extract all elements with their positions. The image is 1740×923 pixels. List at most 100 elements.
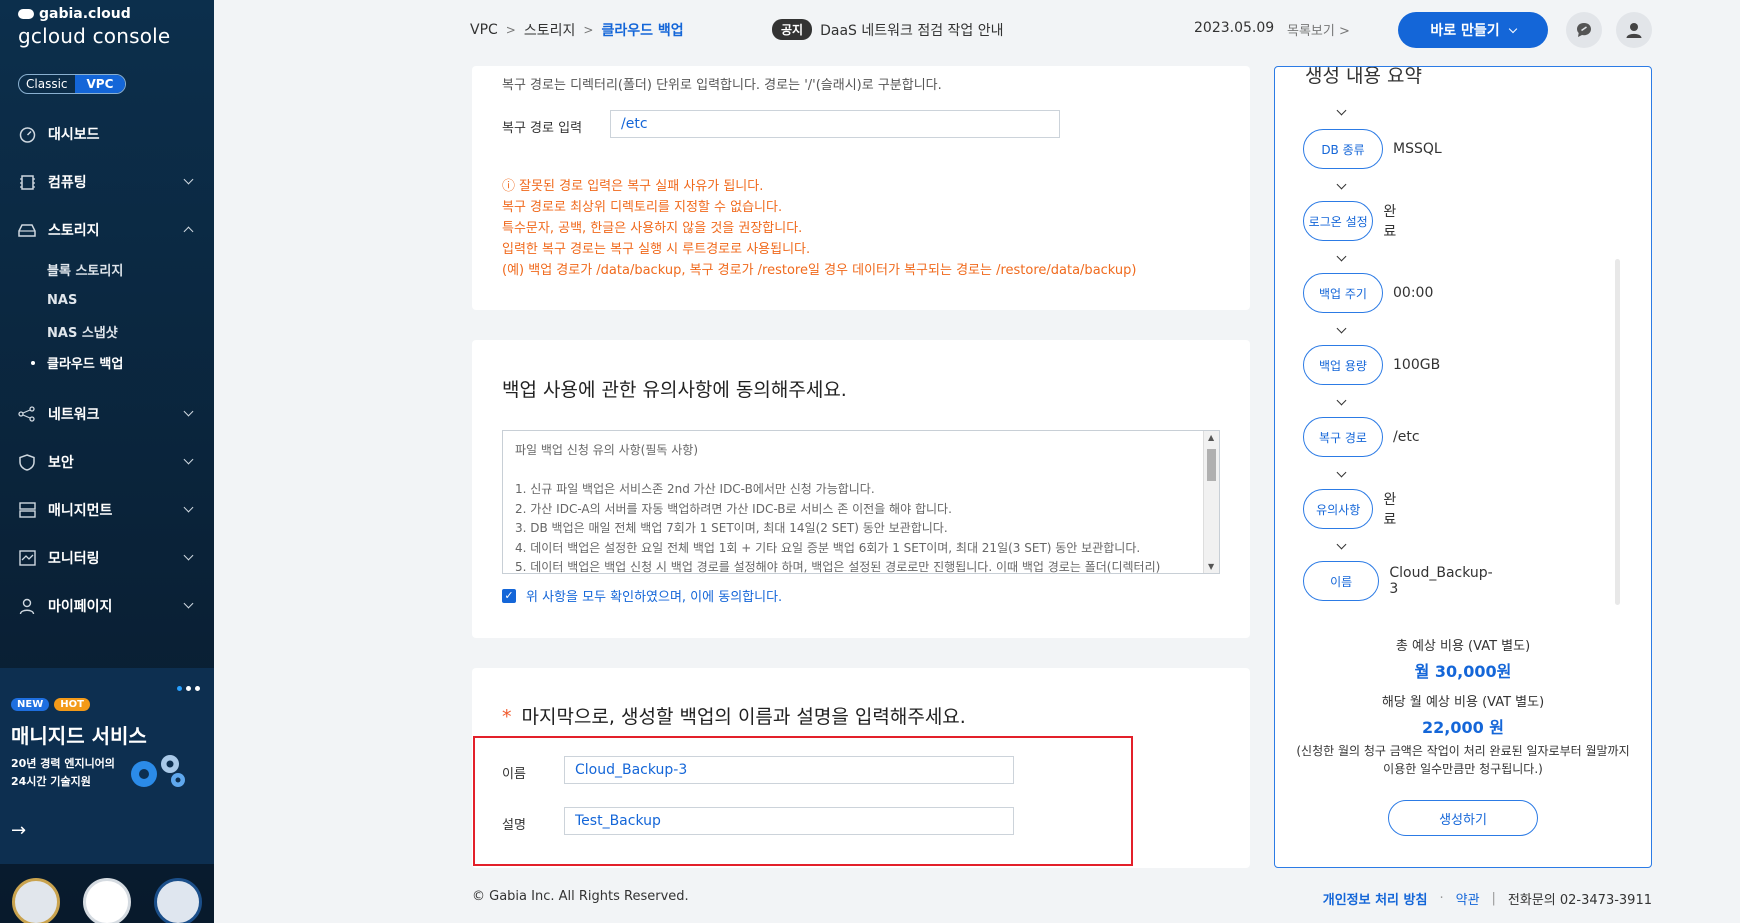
brand-logo[interactable]: gabia.cloud gcloud console [18,6,170,48]
step-pill[interactable]: 로그온 설정 [1303,201,1374,241]
step-value: 100GB [1393,357,1441,373]
chat-icon [1577,23,1591,37]
sidebar-item-management[interactable]: 매니지먼트 [0,486,214,534]
summary-step: 백업 주기 00:00 [1303,273,1433,313]
sidebar-item-monitoring[interactable]: 모니터링 [0,534,214,582]
promo-desc: 20년 경력 엔지니어의 24시간 기술지원 [11,755,115,791]
sidebar: gabia.cloud gcloud console Classic VPC 대… [0,0,214,923]
restore-path-input[interactable] [610,110,1060,138]
new-badge: NEW [11,698,50,711]
user-icon [18,597,36,615]
carousel-dots[interactable] [177,686,200,691]
brand-small-text: gabia.cloud [39,6,131,22]
gears-icon [131,755,185,787]
privacy-policy-link[interactable]: 개인정보 처리 방침 [1323,889,1428,908]
chat-button[interactable] [1566,12,1602,48]
terms-line: 1. 신규 파일 백업은 서비스존 2nd 가산 IDC-B에서만 신청 가능합… [515,482,875,496]
restore-path-label: 복구 경로 입력 [502,121,583,136]
mode-toggle[interactable]: Classic VPC [18,74,127,94]
summary-panel: 생성 내용 요약 DB 종류 MSSQL 로그온 설정 완료 백업 주기 00:… [1274,66,1652,868]
summary-step: 이름 Cloud_Backup-3 [1303,561,1496,601]
warning-line: (예) 백업 경로가 /data/backup, 복구 경로가 /restore… [502,263,1137,278]
certification-logos [0,878,214,923]
user-menu-button[interactable] [1616,12,1652,48]
agreement-title: 백업 사용에 관한 유의사항에 동의해주세요. [502,379,847,401]
chevron-down-icon [1508,24,1517,33]
sidebar-item-security[interactable]: 보안 [0,438,214,486]
warning-line: ⓘ 잘못된 경로 입력은 복구 실패 사유가 됩니다. [502,179,764,194]
breadcrumb: VPC > 스토리지 > 클라우드 백업 [470,20,684,40]
summary-step: 백업 용량 100GB [1303,345,1440,385]
summary-scrollbar[interactable] [1615,259,1620,605]
footer-links: 개인정보 처리 방침 · 약관 | 전화문의 02-3473-3911 [1323,889,1652,908]
scroll-up-icon[interactable]: ▲ [1208,433,1214,442]
breadcrumb-storage[interactable]: 스토리지 [524,20,576,40]
sidebar-subitem-nas[interactable]: NAS [47,285,214,316]
agreement-card: 백업 사용에 관한 유의사항에 동의해주세요. 파일 백업 신청 유의 사항(필… [472,340,1250,638]
notice-list-link[interactable]: 목록보기 > [1287,20,1350,39]
required-star: * [502,706,512,728]
agree-checkbox[interactable]: ✓ [502,588,516,603]
step-pill[interactable]: 백업 용량 [1303,345,1383,385]
month-cost-value: 22,000 원 [1421,718,1505,737]
terms-textarea[interactable]: 파일 백업 신청 유의 사항(필독 사항) 1. 신규 파일 백업은 서비스존 … [502,430,1220,574]
step-pill[interactable]: DB 종류 [1303,129,1383,169]
storage-icon [18,221,36,239]
breadcrumb-separator: > [505,23,516,37]
sidebar-item-storage[interactable]: 스토리지 [0,206,214,254]
top-bar: VPC > 스토리지 > 클라우드 백업 공지 DaaS 네트워크 점검 작업 … [214,0,1740,60]
terms-scrollbar[interactable]: ▲ ▼ [1203,431,1219,573]
step-pill[interactable]: 이름 [1303,561,1380,601]
sidebar-item-label: 네트워크 [48,407,100,423]
footer-copyright: © Gabia Inc. All Rights Reserved. [472,889,689,904]
hot-badge: HOT [54,698,90,711]
mode-vpc[interactable]: VPC [74,75,126,93]
terms-line: 3. DB 백업은 매일 전체 백업 7회가 1 SET이며, 최대 14일(2… [515,521,948,535]
breadcrumb-vpc[interactable]: VPC [470,22,498,38]
sidebar-item-mypage[interactable]: 마이페이지 [0,582,214,630]
chevron-down-icon [183,598,194,609]
scroll-down-icon[interactable]: ▼ [1208,562,1214,571]
server-icon [18,501,36,519]
notice-banner[interactable]: 공지 DaaS 네트워크 점검 작업 안내 [772,19,1004,40]
chevron-down-icon [1336,539,1347,550]
sidebar-item-label: 컴퓨팅 [48,175,87,191]
footer-bar: | [1491,891,1496,906]
chevron-down-icon [1336,251,1347,262]
notice-date: 2023.05.09 [1194,20,1275,36]
cert-badge-icon [11,878,60,923]
sidebar-subitem-nas-snapshot[interactable]: NAS 스냅샷 [47,316,214,347]
step-pill[interactable]: 복구 경로 [1303,417,1383,457]
chip-icon [18,173,36,191]
agree-checkbox-row[interactable]: ✓ 위 사항을 모두 확인하였으며, 이에 동의합니다. [502,586,782,605]
sidebar-subitem-block-storage[interactable]: 블록 스토리지 [47,254,214,285]
dashboard-icon [18,125,36,143]
generate-button[interactable]: 생성하기 [1388,800,1538,836]
agree-label[interactable]: 위 사항을 모두 확인하였으며, 이에 동의합니다. [526,586,782,605]
arrow-right-icon[interactable]: → [11,820,26,841]
quick-create-button[interactable]: 바로 만들기 [1398,12,1548,48]
notice-text[interactable]: DaaS 네트워크 점검 작업 안내 [820,20,1003,40]
sidebar-subitem-cloud-backup[interactable]: 클라우드 백업 [47,347,214,378]
final-title-text: 마지막으로, 생성할 백업의 이름과 설명을 입력해주세요. [521,706,966,728]
step-pill[interactable]: 백업 주기 [1303,273,1383,313]
footer-dot: · [1439,891,1444,906]
chevron-down-icon [183,502,194,513]
scroll-thumb[interactable] [1207,449,1216,481]
cost-note: (신청한 월의 청구 금액은 작업이 처리 완료된 일자로부터 월말까지 이용한… [1296,744,1630,776]
mode-classic[interactable]: Classic [19,75,75,93]
sidebar-item-computing[interactable]: 컴퓨팅 [0,158,214,206]
summary-title: 생성 내용 요약 [1305,66,1422,87]
terms-line: 5. 데이터 백업은 백업 신청 시 백업 경로를 설정해야 하며, 백업은 설… [515,560,1161,574]
breadcrumb-current: 클라우드 백업 [601,23,684,39]
step-pill[interactable]: 유의사항 [1303,489,1374,529]
promo-banner[interactable]: NEW HOT 매니지드 서비스 20년 경력 엔지니어의 24시간 기술지원 … [0,668,214,864]
terms-link[interactable]: 약관 [1456,889,1480,908]
phone-contact: 전화문의 02-3473-3911 [1507,893,1652,908]
sidebar-item-network[interactable]: 네트워크 [0,390,214,438]
sidebar-item-dashboard[interactable]: 대시보드 [0,110,214,158]
monitor-icon [18,549,36,567]
cloud-service-cert-icon [82,878,131,923]
storage-submenu: 블록 스토리지 NAS NAS 스냅샷 클라우드 백업 [0,254,214,378]
chevron-down-icon [1336,395,1347,406]
